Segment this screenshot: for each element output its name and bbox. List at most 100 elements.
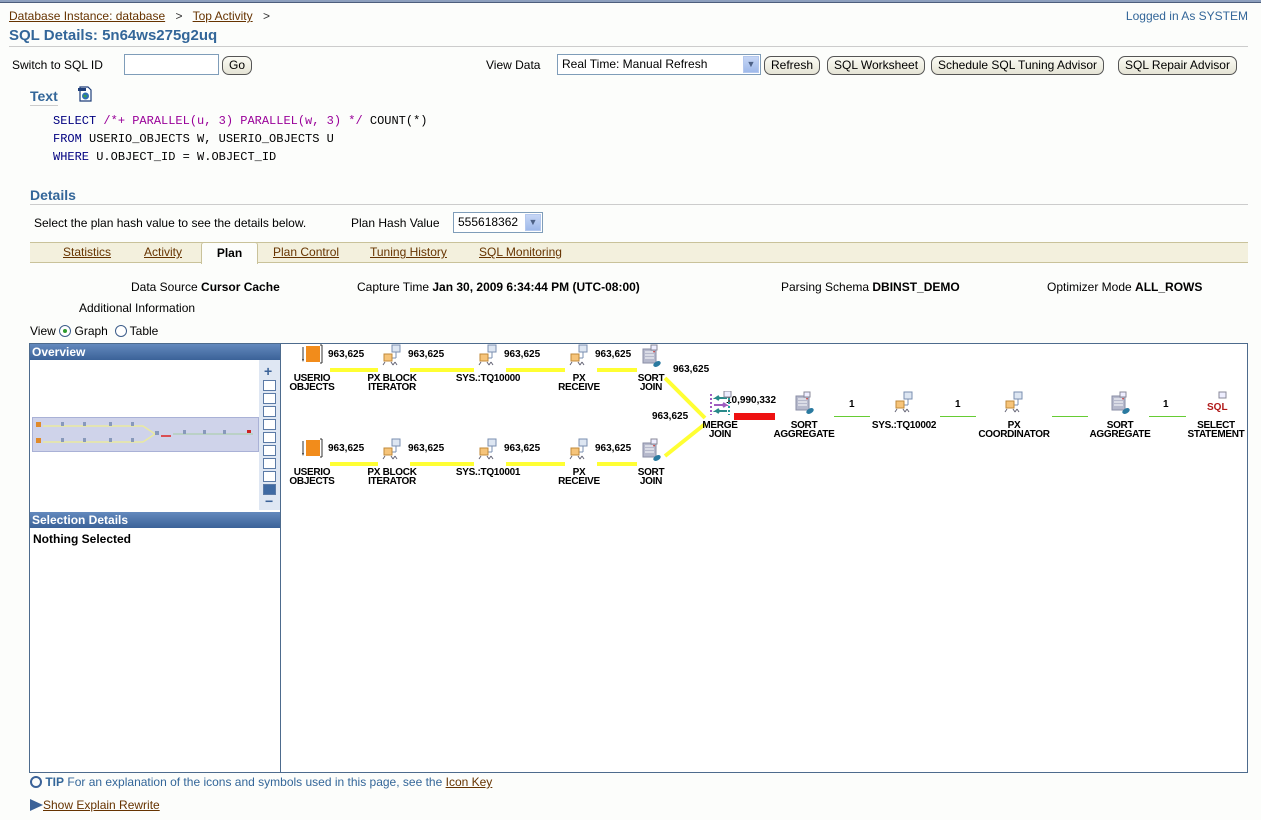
sort-icon[interactable] [640,438,664,462]
plan-node-label[interactable]: SYS.:TQ10001 [443,467,533,478]
overview-thumbnail[interactable] [32,417,259,452]
plan-hash-select[interactable]: 555618362 ▼ [453,212,543,233]
plan-node-label[interactable]: PX BLOCK ITERATOR [347,468,437,487]
px-icon[interactable] [568,344,592,368]
capture-time: Capture Time Jan 30, 2009 6:34:44 PM (UT… [357,280,640,294]
table-access-icon[interactable] [301,438,325,462]
go-button[interactable]: Go [222,56,253,75]
edge-row-count: 963,625 [595,349,632,360]
plan-node-label[interactable]: SORT AGGREGATE [1075,421,1165,440]
zoom-level[interactable] [263,445,276,456]
px-icon[interactable] [381,344,405,368]
page-title: SQL Details: 5n64ws275g2uq [9,27,218,44]
left-panels: Overview Selection Details Nothing Selec… [29,343,281,773]
plan-node-label[interactable]: SELECT STATEMENT [1171,421,1261,440]
plan-hash-label: Plan Hash Value [351,216,440,230]
optimizer-mode-value: ALL_ROWS [1135,280,1203,294]
plan-node-label[interactable]: PX BLOCK ITERATOR [347,374,437,393]
plan-edge [597,368,637,372]
tip-text: For an explanation of the icons and symb… [67,775,443,789]
plan-edge [506,462,565,466]
sql-repair-advisor-button[interactable]: SQL Repair Advisor [1118,56,1237,75]
show-explain-rewrite-link[interactable]: Show Explain Rewrite [43,798,160,812]
px-icon[interactable] [568,438,592,462]
plan-node-label-line: ITERATOR [368,476,416,487]
plan-node-label[interactable]: USERIO OBJECTS [267,468,357,487]
plan-node-label[interactable]: SYS.:TQ10002 [859,421,949,431]
check-icon [30,776,42,788]
px-icon[interactable] [477,438,501,462]
sql-worksheet-button[interactable]: SQL Worksheet [827,56,926,75]
tab-statistics[interactable]: Statistics [63,245,111,259]
edge-row-count: 1 [1163,399,1169,410]
px-icon[interactable] [1003,391,1027,415]
icon-key-link[interactable]: Icon Key [446,775,493,789]
plan-node-label-line: JOIN [708,429,732,440]
view-label: View [30,324,56,338]
graph-radio[interactable] [59,325,72,337]
optimizer-mode: Optimizer Mode ALL_ROWS [1047,280,1203,294]
edge-row-count: 1 [955,399,961,410]
selection-details-value: Nothing Selected [33,532,132,546]
graph-radio-label[interactable]: Graph [74,324,107,338]
tab-tuning-history[interactable]: Tuning History [370,245,447,259]
px-icon[interactable] [477,344,501,368]
zoom-level[interactable] [263,393,276,404]
sql-line-1: SELECT /*+ PARALLEL(u, 3) PARALLEL(w, 3)… [53,114,428,128]
capture-time-value: Jan 30, 2009 6:34:44 PM (UTC-08:00) [432,280,640,294]
sql-line-2: FROM USERIO_OBJECTS W, USERIO_OBJECTS U [53,132,334,146]
plan-node-label[interactable]: SORT JOIN [606,374,696,393]
tip: TIP For an explanation of the icons and … [30,775,492,789]
save-sql-icon[interactable] [77,86,93,102]
breadcrumb-top-activity[interactable]: Top Activity [193,9,253,23]
plan-node-label[interactable]: PX COORDINATOR [969,421,1059,440]
details-heading: Details [30,187,76,203]
table-radio[interactable] [114,325,127,337]
merge-join-icon[interactable] [709,390,733,415]
tab-plan-control[interactable]: Plan Control [273,245,339,259]
plan-node-label[interactable]: SORT JOIN [606,468,696,487]
plan-edge [330,462,378,466]
selection-details-heading: Selection Details [30,512,280,528]
tab-sql-monitoring[interactable]: SQL Monitoring [479,245,562,259]
plan-hash-selected: 555618362 [458,215,519,229]
plan-edge [940,416,976,417]
px-icon[interactable] [381,438,405,462]
tab-plan[interactable]: Plan [201,242,258,264]
sql-icon[interactable]: SQL [1205,391,1229,415]
breadcrumb-separator: > [175,9,183,23]
switch-sql-id-label: Switch to SQL ID [12,58,103,72]
px-icon[interactable] [893,391,917,415]
plan-node-label[interactable]: MERGE JOIN [675,421,765,440]
sort-icon[interactable] [640,344,664,368]
edge-row-count: 963,625 [328,349,365,360]
table-access-icon[interactable] [301,344,325,368]
sort-icon[interactable] [1109,391,1133,415]
breadcrumb-database-instance[interactable]: Database Instance: database [9,9,165,23]
plan-node-label[interactable]: SORT AGGREGATE [759,421,849,440]
plan-node-label-line: SYS.:TQ10001 [455,467,521,478]
schedule-sql-tuning-advisor-button[interactable]: Schedule SQL Tuning Advisor [931,56,1104,75]
refresh-button[interactable]: Refresh [764,56,821,75]
plan-node-label[interactable]: USERIO OBJECTS [267,374,357,393]
edge-row-count: 963,625 [595,443,632,454]
edge-row-count: 963,625 [504,349,541,360]
sql-id-input[interactable] [124,54,219,75]
view-data-select[interactable]: Real Time: Manual Refresh ▼ [557,54,761,75]
zoom-level[interactable] [263,432,276,443]
breadcrumb: Database Instance: database > Top Activi… [9,9,277,23]
edge-row-count: 10,990,332 [726,395,777,406]
tab-activity[interactable]: Activity [144,245,182,259]
plan-edge [410,462,474,466]
show-explain-rewrite[interactable]: Show Explain Rewrite [30,798,160,812]
additional-information-label: Additional Information [79,301,196,315]
zoom-level[interactable] [263,419,276,430]
details-tabs: Statistics Activity Plan Plan Control Tu… [30,242,1248,264]
table-radio-label[interactable]: Table [130,324,159,338]
plan-edge [1149,416,1186,417]
data-source-value: Cursor Cache [201,280,280,294]
plan-node-label[interactable]: SYS.:TQ10000 [443,374,533,384]
zoom-level[interactable] [263,406,276,417]
zoom-out-button[interactable]: − [265,493,273,509]
sort-icon[interactable] [793,391,817,415]
